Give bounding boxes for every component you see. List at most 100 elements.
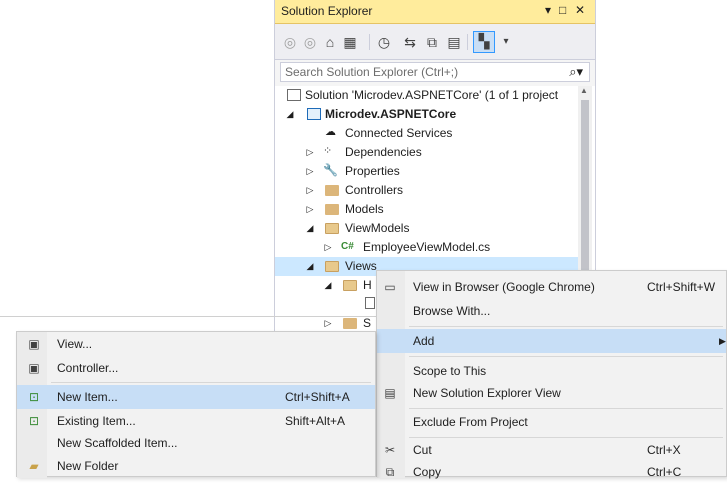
menu-item-controller[interactable]: ▣ Controller... xyxy=(17,356,375,380)
collapse-all-icon[interactable]: ⧉ xyxy=(423,33,441,51)
tree-item-label: Views xyxy=(345,259,377,273)
chevron-down-icon[interactable]: ▾ xyxy=(497,33,515,51)
window-position-icon[interactable]: ▾ xyxy=(545,3,551,17)
menu-item-new-scaffolded-item[interactable]: New Scaffolded Item... xyxy=(17,431,375,455)
menu-item-existing-item[interactable]: ⊡ Existing Item... Shift+Alt+A xyxy=(17,409,375,433)
menu-item-label: New Solution Explorer View xyxy=(413,386,561,400)
tree-item-label: Properties xyxy=(345,164,400,178)
panel-title: Solution Explorer xyxy=(281,4,373,18)
tree-item-label: ViewModels xyxy=(345,221,410,235)
controller-file-icon: ▣ xyxy=(28,361,40,375)
collapse-arrow-icon[interactable]: ◢ xyxy=(285,105,295,124)
tree-item-label: Controllers xyxy=(345,183,404,197)
menu-item-label: View... xyxy=(57,337,93,351)
menu-item-shortcut: Ctrl+C xyxy=(647,465,682,479)
connected-services-icon: ☁ xyxy=(325,126,336,138)
expand-arrow-icon[interactable]: ▷ xyxy=(305,181,315,200)
tree-item-viewmodels[interactable]: ◢ ViewModels xyxy=(275,219,575,238)
folder-icon xyxy=(343,318,357,329)
forward-icon[interactable]: ◎ xyxy=(301,33,319,51)
tree-item-connected-services[interactable]: ☁ Connected Services xyxy=(275,124,575,143)
tree-item-label: Solution 'Microdev.ASPNETCore' (1 of 1 p… xyxy=(305,88,559,102)
solution-explorer-title-bar: Solution Explorer ▾ □ ✕ xyxy=(275,0,595,24)
sync-icon[interactable]: ⇆ xyxy=(401,33,419,51)
menu-item-exclude-from-project[interactable]: Exclude From Project xyxy=(377,410,726,434)
menu-item-new-item[interactable]: ⊡ New Item... Ctrl+Shift+A xyxy=(17,385,375,409)
menu-item-shortcut: Ctrl+Shift+W xyxy=(647,280,716,294)
folder-open-icon xyxy=(343,280,357,291)
expand-arrow-icon[interactable]: ▷ xyxy=(323,238,333,257)
expand-arrow-icon[interactable]: ▷ xyxy=(305,143,315,162)
menu-item-copy[interactable]: ⧉ Copy Ctrl+C xyxy=(377,460,726,484)
menu-item-new-folder[interactable]: ▰ New Folder xyxy=(17,454,375,478)
tree-item-controllers[interactable]: ▷ Controllers xyxy=(275,181,575,200)
menu-item-label: Existing Item... xyxy=(57,414,136,428)
menu-item-label: Browse With... xyxy=(413,304,491,318)
collapse-arrow-icon[interactable]: ◢ xyxy=(323,276,333,295)
menu-item-add[interactable]: Add ▶ xyxy=(377,329,726,353)
tree-item-properties[interactable]: ▷ 🔧 Properties xyxy=(275,162,575,181)
solution-icon xyxy=(287,89,301,101)
tree-item-label: Connected Services xyxy=(345,126,453,140)
cut-icon: ✂ xyxy=(384,443,396,457)
tree-item-employeeviewmodel[interactable]: ▷ C# EmployeeViewModel.cs xyxy=(275,238,575,257)
search-icon[interactable]: ⌕▾ xyxy=(569,64,583,80)
tree-item-label: EmployeeViewModel.cs xyxy=(363,240,491,254)
tree-item-solution[interactable]: Solution 'Microdev.ASPNETCore' (1 of 1 p… xyxy=(275,86,575,105)
expand-arrow-icon[interactable]: ▷ xyxy=(305,162,315,181)
menu-item-label: Copy xyxy=(413,465,442,479)
collapse-arrow-icon[interactable]: ◢ xyxy=(305,219,315,238)
menu-separator xyxy=(409,408,723,409)
menu-item-label: Cut xyxy=(413,443,432,457)
collapse-arrow-icon[interactable]: ◢ xyxy=(305,257,315,276)
maximize-icon[interactable]: □ xyxy=(559,3,566,17)
tree-item-project[interactable]: ◢ Microdev.ASPNETCore xyxy=(275,105,575,124)
menu-item-new-solution-explorer-view[interactable]: ▤ New Solution Explorer View xyxy=(377,381,726,405)
menu-item-cut[interactable]: ✂ Cut Ctrl+X xyxy=(377,438,726,462)
tree-item-dependencies[interactable]: ▷ ⁘ Dependencies xyxy=(275,143,575,162)
search-box[interactable]: ⌕▾ xyxy=(280,62,590,82)
menu-item-view-in-browser[interactable]: ▭ View in Browser (Google Chrome) Ctrl+S… xyxy=(377,275,726,299)
tree-item-models[interactable]: ▷ Models xyxy=(275,200,575,219)
switch-views-icon[interactable]: ▦ xyxy=(341,33,359,51)
menu-item-shortcut: Ctrl+X xyxy=(647,443,681,457)
tree-item-label: Microdev.ASPNETCore xyxy=(325,107,457,121)
divider xyxy=(0,316,376,317)
solution-explorer-toolbar: ◎ ◎ ⌂ ▦ ◷ ⇆ ⧉ ▤ ▚ ▾ xyxy=(275,24,595,60)
new-item-icon: ⊡ xyxy=(28,390,40,404)
existing-item-icon: ⊡ xyxy=(28,414,40,428)
menu-separator xyxy=(51,382,371,383)
close-icon[interactable]: ✕ xyxy=(575,3,585,17)
context-menu: ▭ View in Browser (Google Chrome) Ctrl+S… xyxy=(376,270,727,479)
menu-item-label: Controller... xyxy=(57,361,119,375)
menu-item-label: New Folder xyxy=(57,459,119,473)
menu-item-label: Scope to This xyxy=(413,364,487,378)
menu-item-scope-to-this[interactable]: Scope to This xyxy=(377,359,726,383)
menu-item-browse-with[interactable]: Browse With... xyxy=(377,299,726,323)
home-icon[interactable]: ⌂ xyxy=(321,33,339,51)
browser-icon: ▭ xyxy=(384,280,396,294)
expand-arrow-icon[interactable]: ▷ xyxy=(305,200,315,219)
menu-item-label: View in Browser (Google Chrome) xyxy=(413,280,595,294)
menu-item-label: Add xyxy=(413,334,435,348)
menu-item-shortcut: Shift+Alt+A xyxy=(285,414,346,428)
menu-item-view[interactable]: ▣ View... xyxy=(17,332,375,356)
wrench-icon: 🔧 xyxy=(323,163,338,177)
menu-item-label: New Item... xyxy=(57,390,118,404)
add-submenu: ▣ View... ▣ Controller... ⊡ New Item... … xyxy=(16,331,376,478)
menu-item-label: Exclude From Project xyxy=(413,415,528,429)
scroll-up-icon[interactable]: ▲ xyxy=(580,86,588,95)
new-view-icon: ▤ xyxy=(384,386,396,400)
menu-separator xyxy=(409,356,723,357)
menu-separator xyxy=(409,326,723,327)
csharp-file-icon: C# xyxy=(341,241,354,252)
properties-icon[interactable]: ▚ xyxy=(473,31,495,53)
new-folder-icon: ▰ xyxy=(29,459,39,473)
back-icon[interactable]: ◎ xyxy=(281,33,299,51)
folder-open-icon xyxy=(325,223,339,234)
pending-changes-icon[interactable]: ◷ xyxy=(375,33,393,51)
folder-icon xyxy=(325,185,339,196)
show-all-files-icon[interactable]: ▤ xyxy=(445,33,463,51)
search-input[interactable] xyxy=(281,63,565,81)
menu-item-label: New Scaffolded Item... xyxy=(57,436,178,450)
